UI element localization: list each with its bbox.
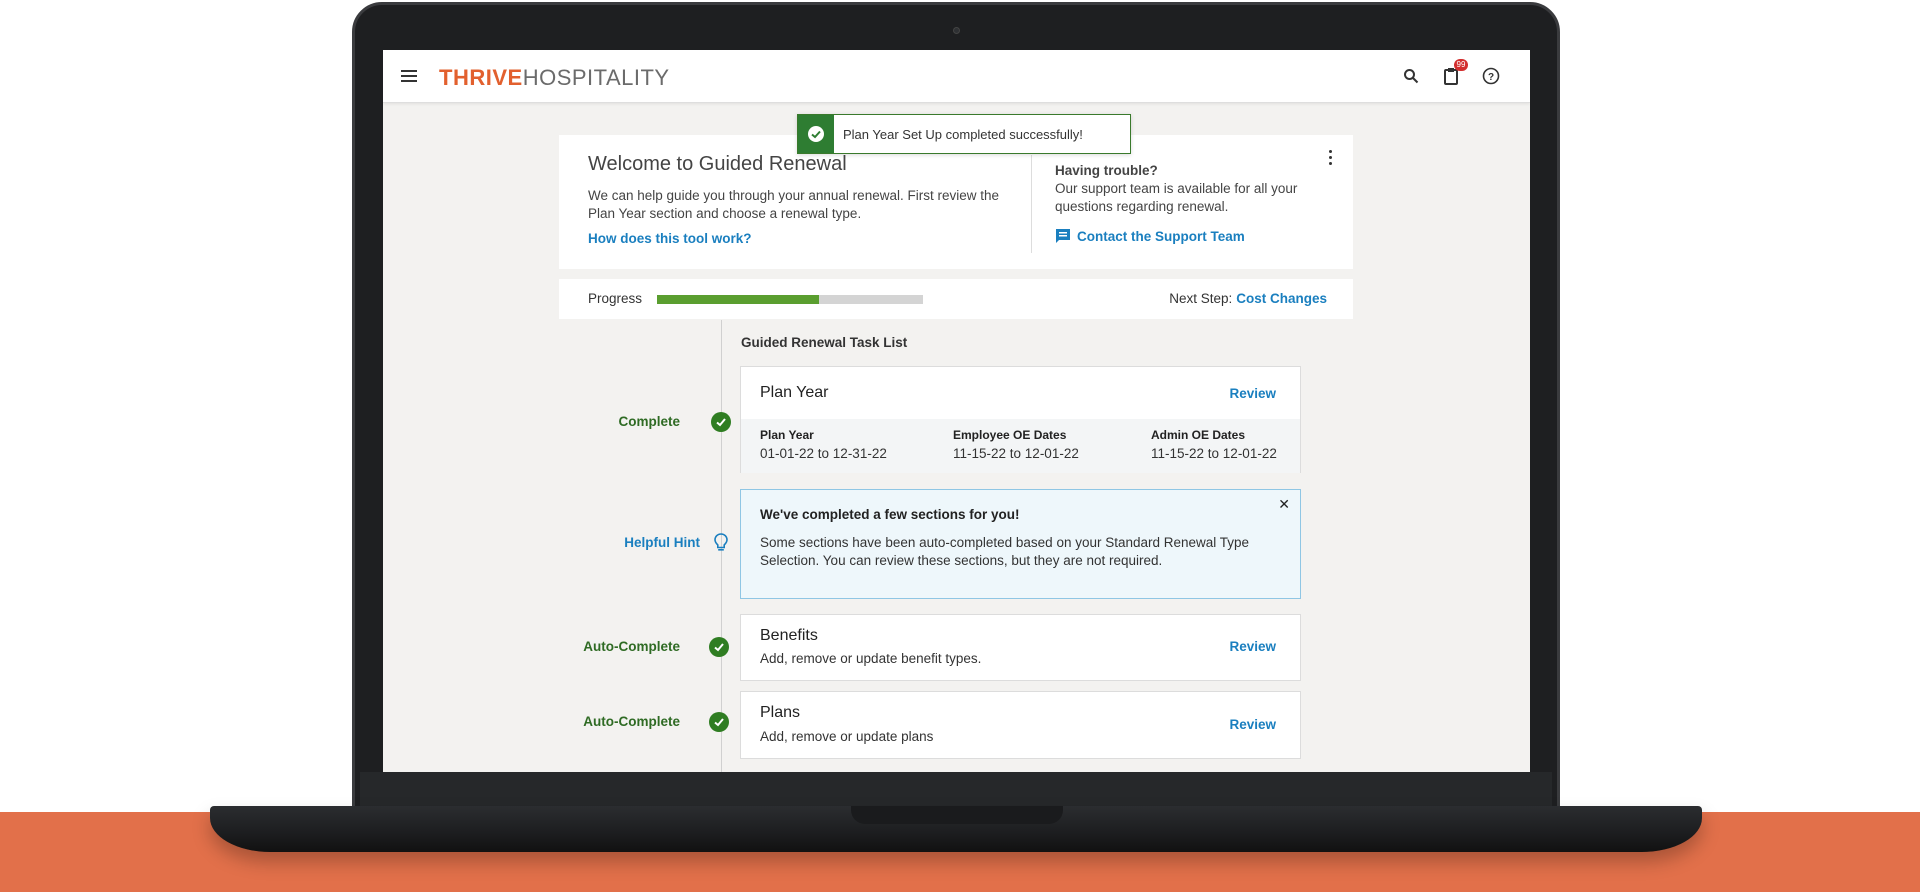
- check-circle-icon: [711, 412, 731, 432]
- status-auto-complete: Auto-Complete: [583, 639, 680, 654]
- employee-oe-field: Employee OE Dates 11-15-22 to 12-01-22: [953, 428, 1079, 461]
- trouble-description: Our support team is available for all yo…: [1055, 181, 1298, 214]
- contact-support-label: Contact the Support Team: [1077, 228, 1245, 244]
- top-bar: THRIVEHOSPITALITY 99 ?: [383, 50, 1530, 103]
- more-options-icon[interactable]: [1327, 150, 1333, 168]
- app-screen: THRIVEHOSPITALITY 99 ? Welcome to Guided…: [383, 50, 1530, 772]
- plan-year-field: Plan Year 01-01-22 to 12-31-22: [760, 428, 887, 461]
- status-helpful-hint: Helpful Hint: [624, 535, 700, 550]
- menu-icon[interactable]: [401, 70, 417, 82]
- field-value: 11-15-22 to 12-01-22: [1151, 446, 1277, 461]
- welcome-card: Welcome to Guided Renewal We can help gu…: [559, 135, 1353, 269]
- task-list-heading: Guided Renewal Task List: [741, 335, 908, 350]
- benefits-card: Benefits Add, remove or update benefit t…: [740, 614, 1301, 681]
- trouble-title: Having trouble?: [1055, 163, 1158, 178]
- benefits-title: Benefits: [760, 627, 818, 644]
- next-step: Next Step: Cost Changes: [1169, 291, 1327, 306]
- divider: [1031, 155, 1032, 253]
- laptop-hinge: [360, 772, 1552, 806]
- progress-fill: [657, 295, 820, 304]
- welcome-description: We can help guide you through your annua…: [588, 188, 999, 221]
- benefits-review-link[interactable]: Review: [1229, 639, 1276, 654]
- success-toast: Plan Year Set Up completed successfully!: [797, 114, 1131, 154]
- close-icon[interactable]: ✕: [1278, 496, 1290, 513]
- plan-year-review-link[interactable]: Review: [1229, 386, 1276, 401]
- plans-review-link[interactable]: Review: [1229, 717, 1276, 732]
- admin-oe-field: Admin OE Dates 11-15-22 to 12-01-22: [1151, 428, 1277, 461]
- help-icon[interactable]: ?: [1480, 65, 1502, 87]
- status-auto-complete: Auto-Complete: [583, 714, 680, 729]
- field-label: Admin OE Dates: [1151, 428, 1246, 442]
- field-label: Employee OE Dates: [953, 428, 1067, 442]
- progress-bar: [657, 295, 923, 304]
- clipboard-icon[interactable]: 99: [1440, 59, 1468, 87]
- lightbulb-icon: [714, 533, 728, 558]
- hint-description: Some sections have been auto-completed b…: [760, 535, 1250, 568]
- check-circle-icon: [709, 712, 729, 732]
- helpful-hint-card: We've completed a few sections for you! …: [740, 489, 1301, 599]
- next-step-label: Next Step:: [1169, 291, 1233, 306]
- plans-title: Plans: [760, 704, 801, 721]
- plan-year-card: Plan Year Review Plan Year 01-01-22 to 1…: [740, 366, 1301, 473]
- benefits-description: Add, remove or update benefit types.: [760, 651, 982, 666]
- field-label: Plan Year: [760, 428, 814, 442]
- camera: [953, 27, 960, 34]
- plan-year-title: Plan Year: [760, 384, 829, 401]
- field-value: 01-01-22 to 12-31-22: [760, 446, 887, 461]
- check-icon: [798, 115, 834, 153]
- laptop-notch: [851, 806, 1063, 824]
- toast-message: Plan Year Set Up completed successfully!: [843, 126, 1083, 142]
- welcome-title: Welcome to Guided Renewal: [588, 153, 847, 175]
- chat-icon: [1056, 229, 1070, 243]
- progress-card: Progress Next Step: Cost Changes: [559, 279, 1353, 319]
- svg-text:?: ?: [1488, 72, 1494, 83]
- next-step-link[interactable]: Cost Changes: [1236, 291, 1327, 306]
- contact-support-link[interactable]: Contact the Support Team: [1055, 228, 1245, 244]
- logo[interactable]: THRIVEHOSPITALITY: [439, 65, 670, 91]
- plans-description: Add, remove or update plans: [760, 729, 934, 744]
- status-complete: Complete: [618, 414, 680, 429]
- search-icon[interactable]: [1400, 65, 1422, 87]
- plans-card: Plans Add, remove or update plans Review: [740, 691, 1301, 759]
- top-actions: 99 ?: [1400, 59, 1502, 87]
- field-value: 11-15-22 to 12-01-22: [953, 446, 1079, 461]
- hint-title: We've completed a few sections for you!: [760, 507, 1020, 522]
- plan-year-details: Plan Year 01-01-22 to 12-31-22 Employee …: [741, 419, 1300, 473]
- notification-badge: 99: [1454, 59, 1468, 71]
- logo-text-secondary: HOSPITALITY: [522, 65, 670, 90]
- check-circle-icon: [709, 637, 729, 657]
- progress-label: Progress: [588, 291, 643, 306]
- logo-text-primary: THRIVE: [439, 65, 523, 90]
- how-it-works-link[interactable]: How does this tool work?: [588, 231, 752, 246]
